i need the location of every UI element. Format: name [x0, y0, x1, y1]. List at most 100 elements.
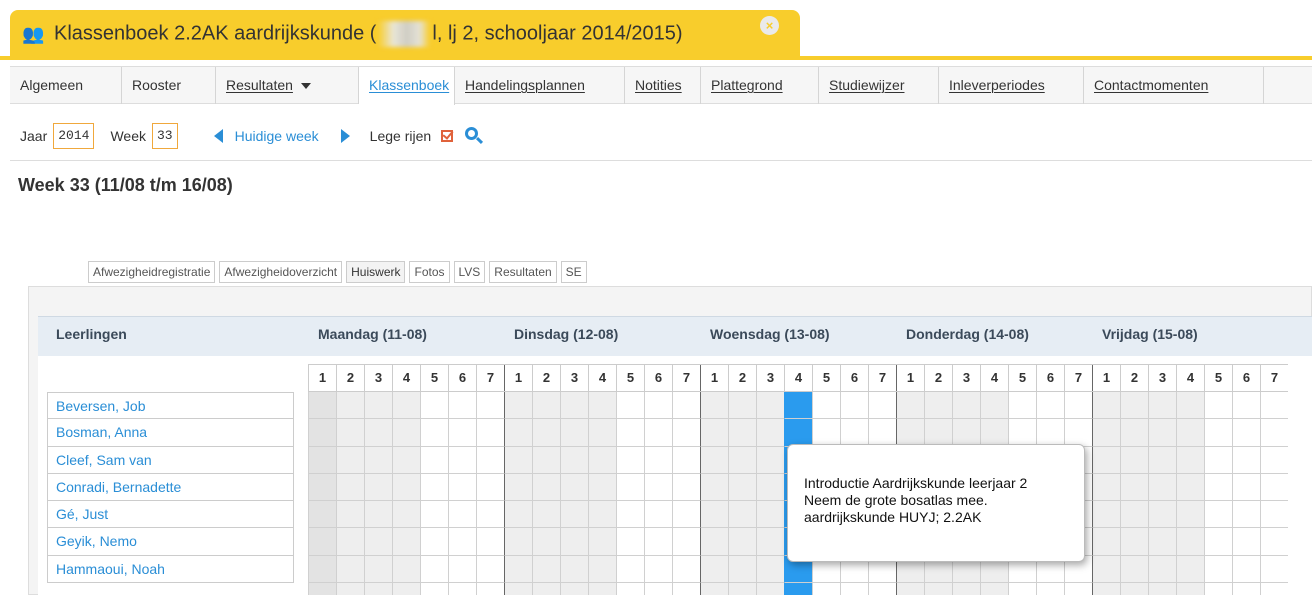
lesson-cell[interactable] [1232, 392, 1260, 420]
selected-lesson-cell[interactable] [784, 583, 812, 595]
lesson-cell[interactable] [336, 583, 364, 595]
lesson-cell[interactable] [420, 501, 448, 529]
lesson-cell[interactable] [644, 501, 672, 529]
lesson-cell[interactable] [364, 555, 392, 584]
lesson-cell[interactable] [616, 583, 644, 595]
lesson-cell[interactable] [1260, 501, 1288, 529]
lesson-cell[interactable] [1232, 528, 1260, 556]
lesson-cell[interactable] [476, 446, 504, 474]
nav-tab-notities[interactable]: Notities [625, 67, 701, 104]
lesson-cell[interactable] [420, 583, 448, 595]
previous-week-icon[interactable] [213, 129, 223, 143]
lesson-cell[interactable] [728, 473, 756, 502]
lesson-cell[interactable] [672, 501, 700, 529]
empty-rows-checkbox[interactable] [441, 130, 454, 142]
lesson-cell[interactable] [336, 473, 364, 502]
lesson-cell[interactable] [728, 392, 756, 420]
lesson-cell[interactable] [672, 555, 700, 584]
subtab-afwezigheidoverzicht[interactable]: Afwezigheidoverzicht [219, 261, 343, 283]
lesson-cell[interactable] [868, 583, 896, 595]
lesson-cell[interactable] [644, 583, 672, 595]
lesson-cell[interactable] [336, 446, 364, 474]
lesson-cell[interactable] [588, 528, 616, 556]
lesson-cell[interactable] [308, 419, 336, 447]
lesson-cell[interactable] [364, 419, 392, 447]
lesson-cell[interactable] [532, 419, 560, 447]
lesson-cell[interactable] [420, 419, 448, 447]
lesson-cell[interactable] [1232, 501, 1260, 529]
lesson-cell[interactable] [476, 501, 504, 529]
subtab-resultaten[interactable]: Resultaten [489, 261, 557, 283]
lesson-cell[interactable] [532, 473, 560, 502]
lesson-cell[interactable] [1064, 419, 1092, 447]
subtab-lvs[interactable]: LVS [453, 261, 486, 283]
lesson-cell[interactable] [336, 501, 364, 529]
lesson-cell[interactable] [392, 501, 420, 529]
nav-tab-contactmomenten[interactable]: Contactmomenten [1084, 67, 1264, 104]
lesson-cell[interactable] [1176, 473, 1204, 502]
lesson-cell[interactable] [728, 528, 756, 556]
lesson-cell[interactable] [588, 392, 616, 420]
lesson-cell[interactable] [1176, 501, 1204, 529]
lesson-cell[interactable] [308, 528, 336, 556]
student-link[interactable]: Bosman, Anna [47, 419, 294, 447]
lesson-cell[interactable] [980, 419, 1008, 447]
lesson-cell[interactable] [644, 528, 672, 556]
lesson-cell[interactable] [448, 446, 476, 474]
lesson-cell[interactable] [1232, 419, 1260, 447]
lesson-cell[interactable] [420, 473, 448, 502]
lesson-cell[interactable] [1008, 583, 1036, 595]
lesson-cell[interactable] [812, 419, 840, 447]
lesson-cell[interactable] [868, 419, 896, 447]
lesson-cell[interactable] [756, 528, 784, 556]
student-link[interactable]: Conradi, Bernadette [47, 473, 294, 502]
lesson-cell[interactable] [1036, 583, 1064, 595]
lesson-cell[interactable] [532, 501, 560, 529]
lesson-cell[interactable] [700, 473, 728, 502]
lesson-cell[interactable] [336, 528, 364, 556]
lesson-cell[interactable] [756, 583, 784, 595]
lesson-cell[interactable] [476, 473, 504, 502]
lesson-cell[interactable] [1204, 392, 1232, 420]
lesson-cell[interactable] [924, 392, 952, 420]
student-link[interactable]: Geyik, Nemo [47, 528, 294, 556]
lesson-cell[interactable] [1064, 583, 1092, 595]
lesson-cell[interactable] [448, 555, 476, 584]
lesson-cell[interactable] [1176, 583, 1204, 595]
lesson-cell[interactable] [840, 419, 868, 447]
lesson-cell[interactable] [728, 419, 756, 447]
lesson-cell[interactable] [700, 528, 728, 556]
lesson-cell[interactable] [644, 392, 672, 420]
lesson-cell[interactable] [1120, 473, 1148, 502]
lesson-cell[interactable] [560, 392, 588, 420]
lesson-cell[interactable] [448, 419, 476, 447]
lesson-cell[interactable] [728, 501, 756, 529]
lesson-cell[interactable] [1148, 473, 1176, 502]
lesson-cell[interactable] [616, 555, 644, 584]
lesson-cell[interactable] [476, 555, 504, 584]
lesson-cell[interactable] [560, 473, 588, 502]
lesson-cell[interactable] [700, 501, 728, 529]
next-week-icon[interactable] [340, 129, 350, 143]
lesson-cell[interactable] [1148, 419, 1176, 447]
student-link[interactable]: Gé, Just [47, 501, 294, 529]
lesson-cell[interactable] [1232, 555, 1260, 584]
lesson-cell[interactable] [812, 392, 840, 420]
student-link[interactable]: Beversen, Job [47, 392, 294, 420]
lesson-cell[interactable] [308, 473, 336, 502]
lesson-cell[interactable] [588, 473, 616, 502]
lesson-cell[interactable] [1176, 446, 1204, 474]
lesson-cell[interactable] [1232, 473, 1260, 502]
lesson-cell[interactable] [560, 446, 588, 474]
lesson-cell[interactable] [812, 583, 840, 595]
lesson-cell[interactable] [364, 392, 392, 420]
lesson-cell[interactable] [1148, 528, 1176, 556]
lesson-cell[interactable] [308, 392, 336, 420]
lesson-cell[interactable] [700, 419, 728, 447]
lesson-cell[interactable] [1064, 392, 1092, 420]
lesson-cell[interactable] [1260, 446, 1288, 474]
lesson-cell[interactable] [1260, 528, 1288, 556]
lesson-cell[interactable] [560, 528, 588, 556]
lesson-cell[interactable] [1148, 392, 1176, 420]
lesson-cell[interactable] [756, 555, 784, 584]
